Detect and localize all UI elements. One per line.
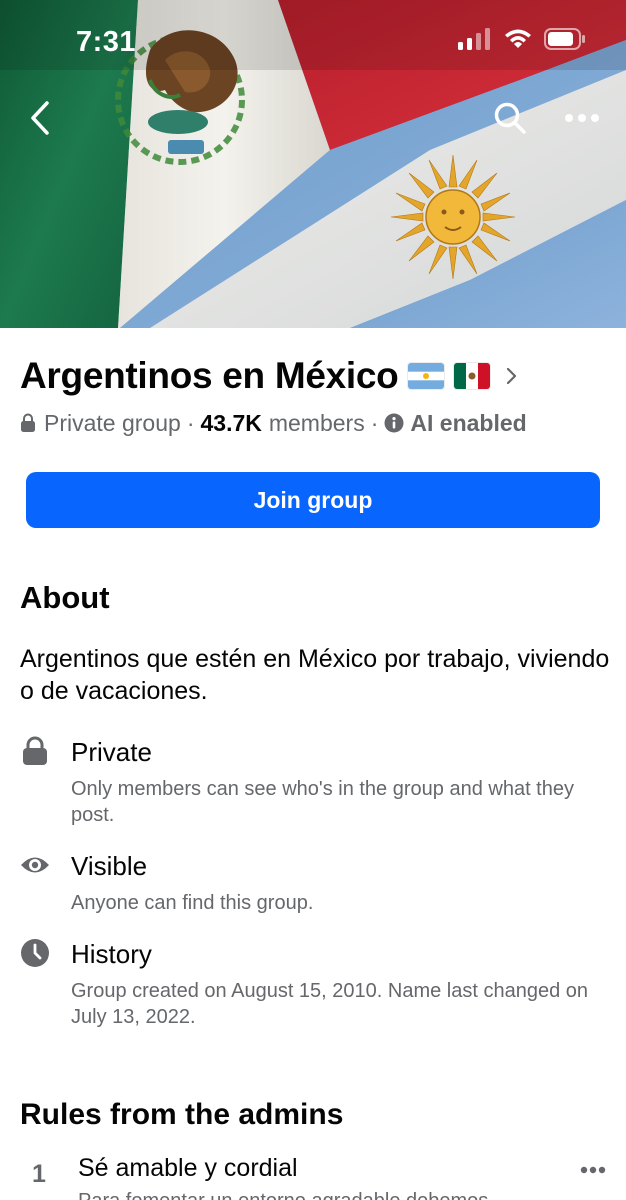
about-item-history: History Group created on August 15, 2010… <box>20 938 610 1028</box>
about-item-title: History <box>71 939 152 969</box>
about-item-title: Private <box>71 737 152 767</box>
lock-icon <box>20 736 50 766</box>
rules-heading: Rules from the admins <box>20 1098 344 1131</box>
rule-item[interactable]: 1 Sé amable y cordial Para fomentar un e… <box>20 1152 610 1200</box>
clock-icon <box>20 938 50 968</box>
group-title-row[interactable]: Argentinos en México <box>20 350 610 402</box>
group-cover-photo[interactable]: 7:31 <box>0 0 626 328</box>
cellular-signal-icon <box>458 28 490 50</box>
search-button[interactable] <box>488 96 532 140</box>
about-item-description: Anyone can find this group. <box>71 892 314 914</box>
more-options-button[interactable] <box>558 96 606 140</box>
wifi-icon <box>505 29 531 48</box>
rule-description: Para fomentar un entorno agradable debem… <box>78 1190 488 1200</box>
status-bar: 7:31 <box>0 0 626 80</box>
about-item-visible: Visible Anyone can find this group. <box>20 850 610 914</box>
group-meta: Private group · 43.7K members · AI enabl… <box>20 406 527 440</box>
rule-more-button[interactable] <box>578 1160 608 1180</box>
chevron-left-icon <box>31 101 49 135</box>
rule-title: Sé amable y cordial <box>78 1154 298 1182</box>
about-item-description: Only members can see who's in the group … <box>71 778 574 826</box>
lock-icon <box>21 413 35 432</box>
group-name: Argentinos en México <box>20 355 399 396</box>
about-heading: About <box>20 580 110 615</box>
more-horizontal-icon <box>580 1166 606 1174</box>
ai-enabled-label[interactable]: AI enabled <box>410 410 526 437</box>
about-item-title: Visible <box>71 851 148 881</box>
mexico-flag-icon <box>454 363 491 389</box>
about-description: Argentinos que estén en México por traba… <box>20 645 610 705</box>
status-icons <box>458 28 586 50</box>
member-count[interactable]: 43.7K <box>200 410 261 437</box>
about-item-private: Private Only members can see who's in th… <box>20 736 610 826</box>
back-button[interactable] <box>18 94 62 142</box>
chevron-right-icon <box>506 366 518 386</box>
more-horizontal-icon <box>565 114 599 122</box>
info-icon <box>384 413 404 433</box>
group-privacy: Private group <box>44 409 181 436</box>
about-item-description: Group created on August 15, 2010. Name l… <box>71 980 589 1028</box>
rule-number: 1 <box>32 1160 46 1188</box>
members-label[interactable]: members <box>269 410 365 437</box>
eye-icon <box>20 850 50 880</box>
status-time: 7:31 <box>76 26 137 58</box>
join-group-button[interactable]: Join group <box>26 472 600 528</box>
battery-icon <box>544 28 585 50</box>
argentina-flag-icon <box>408 363 445 389</box>
search-icon <box>494 102 526 134</box>
